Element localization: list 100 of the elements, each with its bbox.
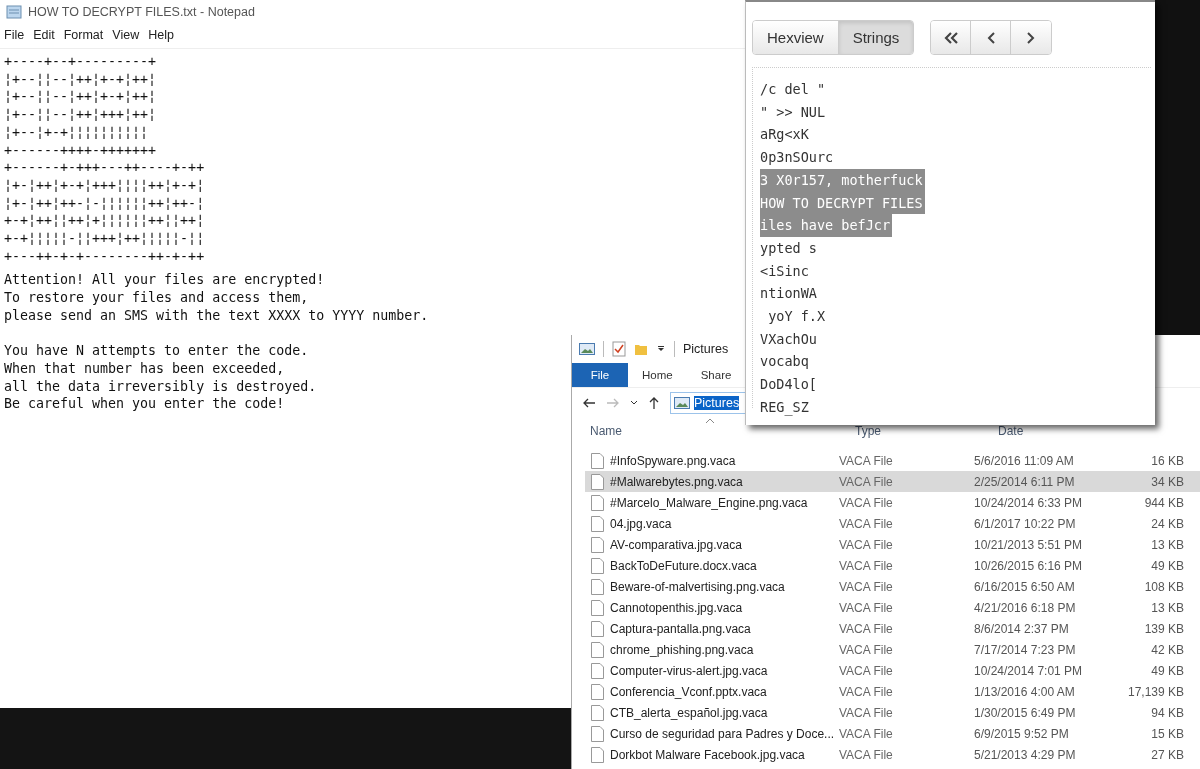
string-entry[interactable]: ypted s [760,236,819,260]
file-row[interactable]: Dorkbot Malware Facebook.jpg.vaca VACA File 5/21/2013 4:29 PM 27 KB [585,744,1200,765]
file-icon [591,578,604,595]
string-entry[interactable]: DoD4lo[ [760,373,819,396]
file-icon [591,452,604,469]
first-page-button[interactable] [931,21,972,54]
column-header[interactable]: Name [590,424,622,438]
file-icon [591,662,604,679]
file-date: 6/16/2015 6:50 AM [974,579,1075,594]
file-icon [591,515,604,532]
file-type: VACA File [839,747,893,762]
file-name: BackToDeFuture.docx.vaca [610,558,757,573]
menu-item[interactable]: Format [63,28,104,48]
file-size: 15 KB [1151,726,1184,741]
ascii-art: +----+--+---------+ ¦+--¦¦--¦++¦+-+¦++¦ ¦+--¦¦--¦++¦+-+¦++¦ ¦+--¦¦--¦++¦+++¦++¦ ¦+--¦+-+¦¦¦¦¦¦¦¦¦¦ +------++++-+++++++ +------+-+++---++----+-++ ¦+-¦++¦+-+¦+++¦¦¦¦++¦+-+¦ ¦+-¦++¦++-¦-¦¦¦¦¦¦++¦++-¦ +-+¦++¦¦++¦+¦¦¦¦¦¦++¦¦++¦ +-+¦¦¦¦¦-¦¦+++¦++¦¦¦¦¦-¦¦ +---++-+-+--------++-+-++ [3,53,205,266]
file-type: VACA File [839,726,893,741]
file-size: 42 KB [1151,642,1184,657]
file-date: 10/26/2015 6:16 PM [974,558,1083,573]
file-row[interactable]: Beware-of-malvertising.png.vaca VACA File 6/16/2015 6:50 AM 108 KB [585,576,1200,597]
string-entry[interactable]: " >> NUL [760,100,828,124]
menu-item[interactable]: File [4,28,25,48]
notepad-icon [6,5,22,19]
file-row[interactable]: AV-comparativa.jpg.vaca VACA File 10/21/2013 5:51 PM 13 KB [585,534,1200,555]
ribbon-tab[interactable]: File [572,363,628,387]
file-size: 24 KB [1151,516,1184,531]
file-icon [591,704,604,721]
string-entry[interactable]: 0p3nSOurc [760,146,836,169]
view-tab[interactable]: Hexview [753,21,839,54]
file-row[interactable]: CTB_alerta_español.jpg.vaca VACA File 1/30/2015 6:49 PM 94 KB [585,702,1200,723]
file-type: VACA File [839,474,893,489]
dropdown-icon[interactable] [656,344,666,354]
file-size: 16 KB [1151,453,1184,468]
column-header[interactable]: Date [998,424,1024,438]
file-date: 10/24/2014 7:01 PM [974,663,1083,678]
file-size: 108 KB [1144,579,1184,594]
menu-item[interactable]: View [112,28,140,48]
string-entry[interactable]: <iSinc [760,259,811,283]
message-paragraph: Attention! All your files are encrypted! To restore your files and access them, please send an SMS with the text XXXX to YYYY number. [3,271,429,325]
file-type: VACA File [839,705,893,720]
file-type: VACA File [839,684,893,699]
file-date: 5/21/2013 4:29 PM [974,747,1076,762]
file-name: #Marcelo_Malware_Engine.png.vaca [610,495,808,510]
file-name: Conferencia_Vconf.pptx.vaca [610,684,767,699]
string-entry[interactable]: REG_SZ [760,395,811,419]
file-date: 4/21/2016 6:18 PM [974,600,1076,615]
string-entry[interactable]: /c del " [760,78,828,101]
file-row[interactable]: Cannotopenthis.jpg.vaca VACA File 4/21/2016 6:18 PM 13 KB [585,597,1200,618]
file-name: #Malwarebytes.png.vaca [610,474,743,489]
file-row[interactable]: #Malwarebytes.png.vaca VACA File 2/25/2014 6:11 PM 34 KB [585,471,1200,492]
back-arrow-icon[interactable] [582,397,596,409]
file-date: 8/6/2014 2:37 PM [974,621,1069,636]
sort-caret-icon [705,418,715,424]
file-row[interactable]: #InfoSpyware.png.vaca VACA File 5/6/2016 11:09 AM 16 KB [585,450,1200,471]
file-row[interactable]: BackToDeFuture.docx.vaca VACA File 10/26/2015 6:16 PM 49 KB [585,555,1200,576]
window-title: HOW TO DECRYPT FILES.txt - Notepad [28,5,255,19]
file-icon [591,641,604,658]
string-entry[interactable]: aRg<xK [760,123,811,147]
file-type: VACA File [839,558,893,573]
double-chevron-left-icon [943,31,958,44]
file-date: 7/17/2014 7:23 PM [974,642,1076,657]
file-size: 27 KB [1151,747,1184,762]
file-row[interactable]: #Marcelo_Malware_Engine.png.vaca VACA File 10/24/2014 6:33 PM 944 KB [585,492,1200,513]
menu-item[interactable]: Help [148,28,174,48]
file-type: VACA File [839,663,893,678]
file-name: Captura-pantalla.png.vaca [610,621,751,636]
file-size: 13 KB [1151,537,1184,552]
file-name: Computer-virus-alert.jpg.vaca [610,663,768,678]
file-type: VACA File [839,537,893,552]
column-header[interactable]: Type [855,424,882,438]
string-entry[interactable]: ntionWA [760,282,819,306]
address-field[interactable]: Pictures [670,392,745,414]
file-size: 49 KB [1151,663,1184,678]
file-icon [591,494,604,511]
menu-item[interactable]: Edit [33,28,55,48]
view-tab[interactable]: Strings [838,21,914,54]
file-icon [591,473,604,490]
dropdown-icon[interactable] [630,400,638,406]
file-icon [591,557,604,574]
file-size: 944 KB [1144,495,1184,510]
file-row[interactable]: Curso de seguridad para Padres y Doce... VACA File 6/9/2015 9:52 PM 15 KB [585,723,1200,744]
file-name: Beware-of-malvertising.png.vaca [610,579,785,594]
chevron-left-icon [986,31,995,44]
up-arrow-icon[interactable] [648,396,660,410]
string-entry[interactable]: yoY f.X [760,305,828,328]
file-date: 1/30/2015 6:49 PM [974,705,1076,720]
string-entry[interactable]: vocabq [760,350,811,374]
file-type: VACA File [839,453,893,468]
file-row[interactable]: Computer-virus-alert.jpg.vaca VACA File 10/24/2014 7:01 PM 49 KB [585,660,1200,681]
file-row[interactable]: Conferencia_Vconf.pptx.vaca VACA File 1/13/2016 4:00 AM 17,139 KB [585,681,1200,702]
file-name: CTB_alerta_español.jpg.vaca [610,705,768,720]
file-row[interactable]: 04.jpg.vaca VACA File 6/1/2017 10:22 PM 24 KB [585,513,1200,534]
file-row[interactable]: Captura-pantalla.png.vaca VACA File 8/6/2014 2:37 PM 139 KB [585,618,1200,639]
next-button[interactable] [1011,21,1052,54]
checkmark-icon[interactable] [612,341,626,357]
message-paragraph: You have N attempts to enter the code. When that number has been exceeded, all the data irreversibly is destroyed. Be careful when you enter the code! [3,342,317,414]
previous-button[interactable] [971,21,1012,54]
file-date: 5/6/2016 11:09 AM [974,453,1074,468]
file-row[interactable]: chrome_phishing.png.vaca VACA File 7/17/2014 7:23 PM 42 KB [585,639,1200,660]
string-entry[interactable]: VXachOu [760,327,819,351]
file-date: 1/13/2016 4:00 AM [974,684,1075,699]
